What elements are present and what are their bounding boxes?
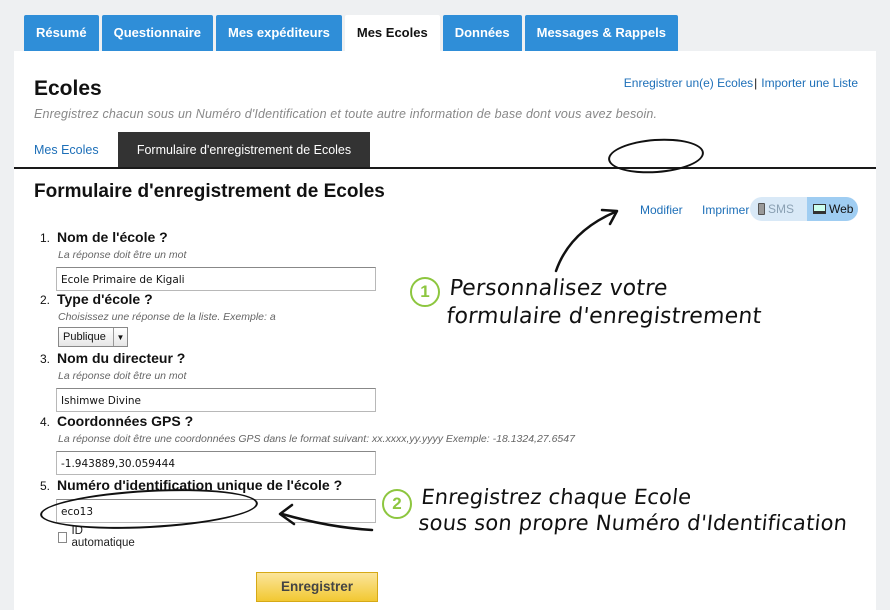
question-label: Coordonnées GPS ? [57,413,194,429]
director-name-input[interactable]: Ishimwe Divine [56,388,376,412]
page-title: Ecoles [34,77,102,100]
question-number: 2. [40,293,51,307]
auto-id-checkbox[interactable] [58,531,68,543]
question-label: Nom de l'école ? [57,229,168,245]
select-value: Publique [63,331,106,343]
sms-toggle[interactable]: SMS [758,202,794,216]
callout-text: Enregistrez chaque Ecole sous son propre… [417,484,851,536]
question-number: 4. [40,415,51,429]
web-toggle[interactable]: Web [807,197,858,221]
tab-questionnaire[interactable]: Questionnaire [101,15,213,51]
subtab-formulaire[interactable]: Formulaire d'enregistrement de Ecoles [118,132,370,167]
school-type-select[interactable]: Publique ▼ [58,327,128,347]
callout-line: formulaire d'enregistrement [445,304,763,329]
phone-icon [758,203,765,215]
top-nav: Résumé Questionnaire Mes expéditeurs Mes… [24,15,681,53]
tab-mes-expediteurs[interactable]: Mes expéditeurs [216,15,342,51]
question-number: 1. [40,231,51,245]
callout-line: Enregistrez chaque Ecole [420,485,693,509]
question-hint: La réponse doit être un mot [58,249,187,261]
web-label: Web [829,202,854,216]
callout-1: 1 Personnalisez votre formulaire d'enreg… [410,275,766,331]
subtabs: Mes Ecoles Formulaire d'enregistrement d… [14,132,876,169]
monitor-icon [813,204,826,214]
question-hint: Choisissez une réponse de la liste. Exem… [58,311,276,323]
sms-label: SMS [768,202,795,216]
callout-line: Personnalisez votre [448,276,669,301]
gps-input[interactable]: -1.943889,30.059444 [56,451,376,475]
tab-messages-rappels[interactable]: Messages & Rappels [524,15,678,51]
page-subtitle: Enregistrez chacun sous un Numéro d'Iden… [34,107,658,121]
imprimer-link[interactable]: Imprimer [702,203,749,217]
top-links: Enregistrer un(e) Ecoles| Importer une Li… [624,76,858,90]
save-button[interactable]: Enregistrer [256,572,378,602]
channel-toggle: SMS Web [750,197,858,221]
school-name-input[interactable]: Ecole Primaire de Kigali [56,267,376,291]
callout-text: Personnalisez votre formulaire d'enregis… [445,275,766,331]
tab-donnees[interactable]: Données [442,15,522,51]
callout-badge: 1 [410,277,440,307]
modifier-link[interactable]: Modifier [640,203,683,217]
question-hint: La réponse doit être un mot [58,370,187,382]
register-link[interactable]: Enregistrer un(e) Ecoles [624,76,753,90]
import-link[interactable]: Importer une Liste [761,76,858,90]
question-hint: La réponse doit être une coordonnées GPS… [58,433,575,445]
tab-mes-ecoles[interactable]: Mes Ecoles [344,15,440,53]
question-number: 3. [40,352,51,366]
chevron-down-icon: ▼ [113,328,127,346]
callout-2: 2 Enregistrez chaque Ecole sous son prop… [382,485,849,536]
link-separator: | [754,76,758,90]
subtab-mes-ecoles[interactable]: Mes Ecoles [34,132,99,167]
question-label: Nom du directeur ? [57,350,186,366]
callout-badge: 2 [382,489,412,519]
form-title: Formulaire d'enregistrement de Ecoles [34,181,385,202]
question-number: 5. [40,479,51,493]
tab-resume[interactable]: Résumé [24,15,99,51]
callout-line: sous son propre Numéro d'Identification [417,511,849,535]
question-label: Type d'école ? [57,291,153,307]
